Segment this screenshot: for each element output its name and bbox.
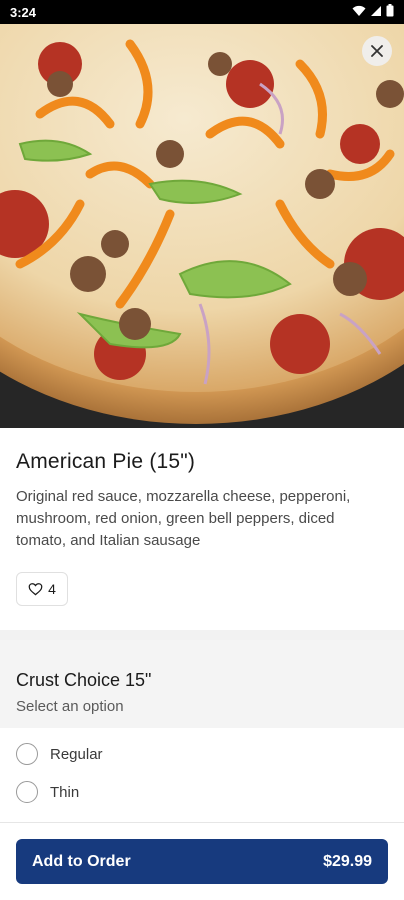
option-thin[interactable]: Thin: [0, 774, 404, 810]
add-to-order-button[interactable]: Add to Order $29.99: [16, 839, 388, 884]
option-group-header: Crust Choice 15" Select an option: [0, 640, 404, 728]
close-button[interactable]: [362, 36, 392, 66]
wifi-icon: [352, 5, 366, 20]
option-label: Regular: [50, 745, 103, 763]
like-count: 4: [48, 581, 56, 597]
option-label: Thin: [50, 783, 80, 801]
battery-icon: [386, 4, 394, 20]
option-group-title: Crust Choice 15": [16, 670, 152, 690]
radio-button[interactable]: [16, 781, 38, 803]
close-icon: [371, 45, 383, 57]
signal-icon: [370, 5, 382, 20]
status-time: 3:24: [10, 4, 37, 20]
order-price: $29.99: [323, 852, 372, 870]
item-title: American Pie (15"): [16, 450, 196, 473]
footer-divider: [0, 822, 404, 823]
radio-button[interactable]: [16, 743, 38, 765]
item-image: [0, 24, 404, 428]
add-to-order-label: Add to Order: [32, 852, 131, 870]
option-regular[interactable]: Regular: [0, 736, 404, 772]
heart-icon: [28, 583, 43, 596]
item-description: Original red sauce, mozzarella cheese, p…: [16, 488, 351, 549]
option-group-subtitle: Select an option: [16, 698, 124, 715]
status-bar: 3:24: [0, 0, 404, 24]
like-button[interactable]: 4: [16, 572, 68, 606]
section-divider: [0, 630, 404, 640]
status-icons: [352, 4, 394, 20]
item-info: American Pie (15") Original red sauce, m…: [16, 450, 388, 552]
pizza-image: [0, 24, 404, 428]
